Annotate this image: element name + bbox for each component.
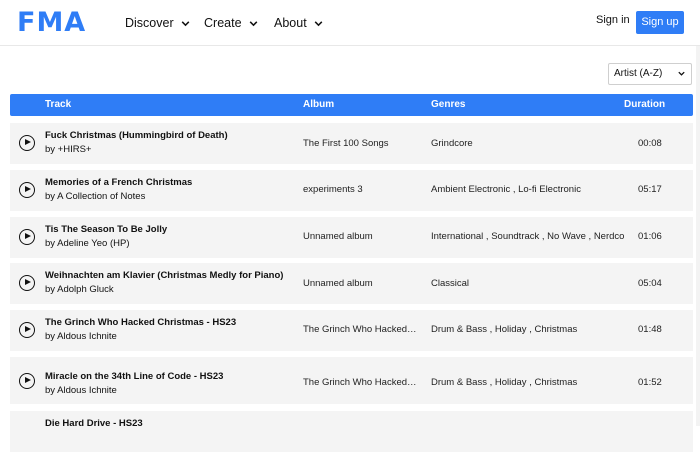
nav-create-label: Create [204,16,242,30]
table-row[interactable]: The Grinch Who Hacked Christmas - HS23 b… [10,310,693,351]
nav-discover-label: Discover [125,16,174,30]
track-artist[interactable]: by +HIRS+ [45,144,91,155]
track-title[interactable]: Memories of a French Christmas [45,177,192,188]
track-title[interactable]: Miracle on the 34th Line of Code - HS23 [45,371,223,382]
scrollbar[interactable] [696,46,700,426]
play-icon[interactable] [19,229,35,245]
track-album[interactable]: The Grinch Who Hacked C... [303,377,418,388]
table-row[interactable]: Tis The Season To Be Jolly by Adeline Ye… [10,217,693,258]
play-icon[interactable] [19,182,35,198]
chevron-down-icon [678,71,685,76]
track-duration: 05:04 [638,278,662,289]
column-header-duration[interactable]: Duration [624,94,665,116]
sign-in-link[interactable]: Sign in [596,14,630,26]
play-icon[interactable] [19,322,35,338]
nav-about-label: About [274,16,307,30]
track-title[interactable]: Tis The Season To Be Jolly [45,224,167,235]
play-icon[interactable] [19,135,35,151]
track-artist[interactable]: by Aldous Ichnite [45,385,117,396]
table-row[interactable]: Die Hard Drive - HS23 [10,411,693,452]
track-album[interactable]: The First 100 Songs [303,138,418,149]
track-genres[interactable]: International , Soundtrack , No Wave , N… [431,231,625,242]
fma-logo[interactable]: FMA [17,6,86,40]
track-genres[interactable]: Ambient Electronic , Lo-fi Electronic [431,184,625,195]
table-row[interactable]: Memories of a French Christmas by A Coll… [10,170,693,211]
track-title[interactable]: Die Hard Drive - HS23 [45,418,143,429]
chevron-down-icon [181,20,189,26]
track-title[interactable]: Weihnachten am Klavier (Christmas Medly … [45,270,283,281]
play-icon[interactable] [19,373,35,389]
table-row[interactable]: Miracle on the 34th Line of Code - HS23 … [10,357,693,404]
sign-up-button[interactable]: Sign up [636,11,684,34]
track-artist[interactable]: by Aldous Ichnite [45,331,117,342]
track-genres[interactable]: Grindcore [431,138,625,149]
nav-create[interactable]: Create [204,13,259,33]
track-artist[interactable]: by A Collection of Notes [45,191,145,202]
column-header-track[interactable]: Track [45,94,71,116]
chevron-down-icon [314,20,323,26]
track-duration: 01:06 [638,231,662,242]
track-album[interactable]: Unnamed album [303,278,418,289]
table-row[interactable]: Fuck Christmas (Hummingbird of Death) by… [10,123,693,164]
top-navigation-bar: FMA Discover Create About Sign in Sign u… [0,0,700,46]
sort-selected-label: Artist (A-Z) [614,68,663,79]
column-header-album[interactable]: Album [303,94,334,116]
track-album[interactable]: experiments 3 [303,184,418,195]
track-duration: 05:17 [638,184,662,195]
track-genres[interactable]: Classical [431,278,625,289]
track-title[interactable]: Fuck Christmas (Hummingbird of Death) [45,130,228,141]
chevron-down-icon [249,20,257,26]
track-genres[interactable]: Drum & Bass , Holiday , Christmas [431,324,625,335]
nav-about[interactable]: About [274,13,324,33]
track-artist[interactable]: by Adolph Gluck [45,284,114,295]
table-header: Track Album Genres Duration [10,94,693,116]
track-genres[interactable]: Drum & Bass , Holiday , Christmas [431,377,625,388]
track-title[interactable]: The Grinch Who Hacked Christmas - HS23 [45,317,236,328]
track-duration: 00:08 [638,138,662,149]
column-header-genres[interactable]: Genres [431,94,465,116]
track-duration: 01:48 [638,324,662,335]
track-duration: 01:52 [638,377,662,388]
track-album[interactable]: The Grinch Who Hacked C... [303,324,418,335]
track-album[interactable]: Unnamed album [303,231,418,242]
track-artist[interactable]: by Adeline Yeo (HP) [45,238,130,249]
table-row[interactable]: Weihnachten am Klavier (Christmas Medly … [10,263,693,304]
sort-select[interactable]: Artist (A-Z) [608,63,692,85]
play-icon[interactable] [19,275,35,291]
nav-discover[interactable]: Discover [125,13,191,33]
